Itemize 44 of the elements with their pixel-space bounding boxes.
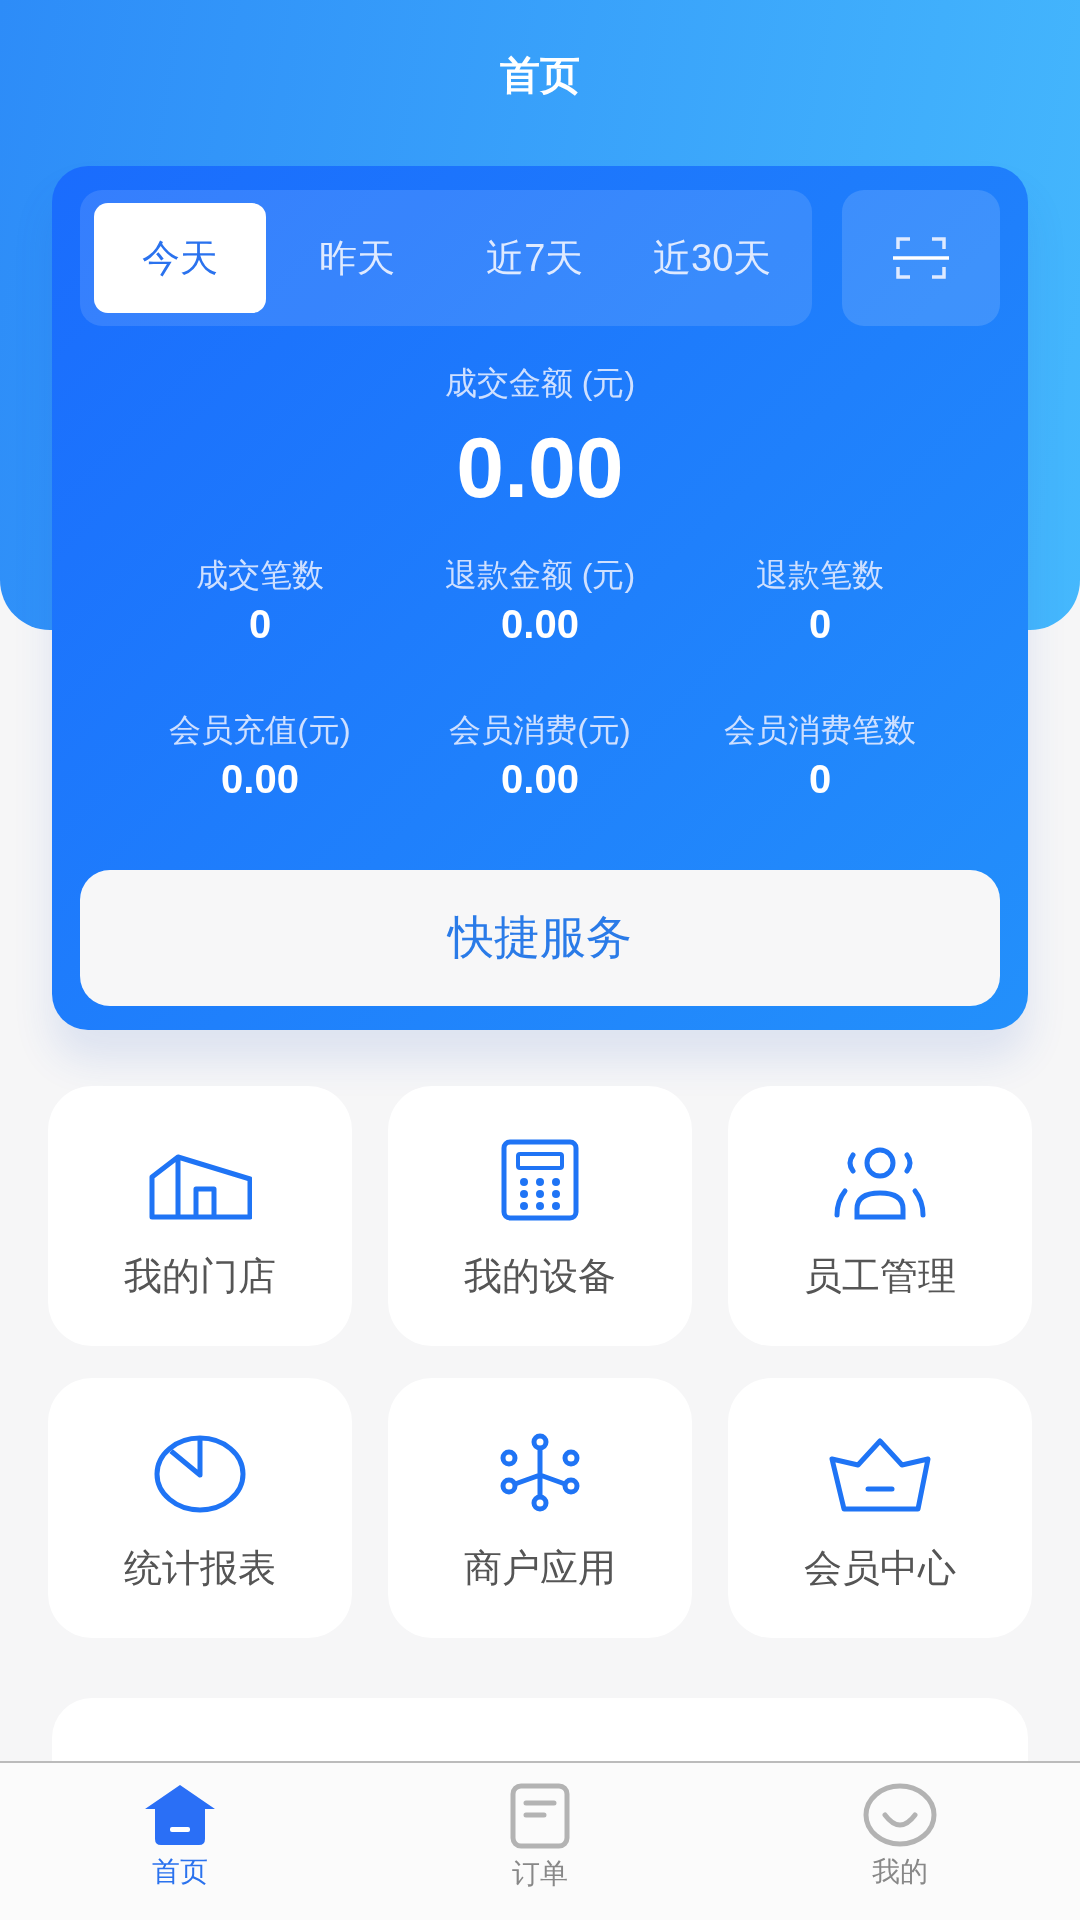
shortcut-tile[interactable]: 员工管理 (728, 1086, 1032, 1346)
shortcut-tile[interactable]: 我的门店 (48, 1086, 352, 1346)
scan-button[interactable] (842, 190, 1000, 326)
calculator-icon (501, 1139, 579, 1221)
stat-value: 0.00 (501, 602, 579, 647)
shortcut-tile[interactable]: 商户应用 (388, 1378, 692, 1638)
stat-label: 会员充值(元) (169, 711, 351, 750)
stat-label: 成交笔数 (196, 556, 324, 595)
shortcut-tile[interactable]: 会员中心 (728, 1378, 1032, 1638)
nav-tab[interactable]: 首页 (90, 1763, 270, 1920)
stat-value: 0.00 (501, 757, 579, 802)
shortcut-label: 员工管理 (804, 1254, 956, 1299)
amount-value: 0.00 (456, 424, 624, 510)
stat-value: 0.00 (221, 757, 299, 802)
stat-label: 退款金额 (元) (444, 556, 636, 595)
stat-label: 会员消费(元) (449, 711, 631, 750)
stat-value: 0 (808, 757, 832, 802)
smile-icon (863, 1783, 937, 1847)
range-tab[interactable]: 昨天 (271, 203, 443, 313)
stat-label: 退款笔数 (756, 556, 884, 595)
stat-label: 会员消费笔数 (724, 711, 916, 750)
shortcut-label: 统计报表 (124, 1546, 276, 1591)
range-tab[interactable]: 近30天 (626, 203, 798, 313)
shortcut-label: 我的设备 (464, 1254, 616, 1299)
page-title: 首页 (500, 52, 580, 96)
document-icon (508, 1783, 572, 1849)
nav-tab[interactable]: 订单 (450, 1763, 630, 1920)
pie-chart-icon (153, 1433, 247, 1513)
shortcut-label: 会员中心 (804, 1546, 956, 1591)
shortcut-tile[interactable]: 统计报表 (48, 1378, 352, 1638)
home-icon (143, 1783, 217, 1847)
range-tab[interactable]: 近7天 (449, 203, 621, 313)
shortcut-label: 商户应用 (464, 1546, 616, 1591)
stat-value: 0 (808, 602, 832, 647)
shortcut-tile[interactable]: 我的设备 (388, 1086, 692, 1346)
shortcut-label: 我的门店 (124, 1254, 276, 1299)
scan-icon (893, 235, 949, 281)
quick-service-button[interactable]: 快捷服务 (80, 870, 1000, 1006)
range-tab[interactable]: 今天 (94, 203, 266, 313)
stat-value: 0 (248, 602, 272, 647)
amount-label: 成交金额 (元) (444, 364, 636, 403)
crown-icon (828, 1437, 932, 1513)
nav-tab[interactable]: 我的 (810, 1763, 990, 1920)
people-icon (833, 1145, 927, 1221)
